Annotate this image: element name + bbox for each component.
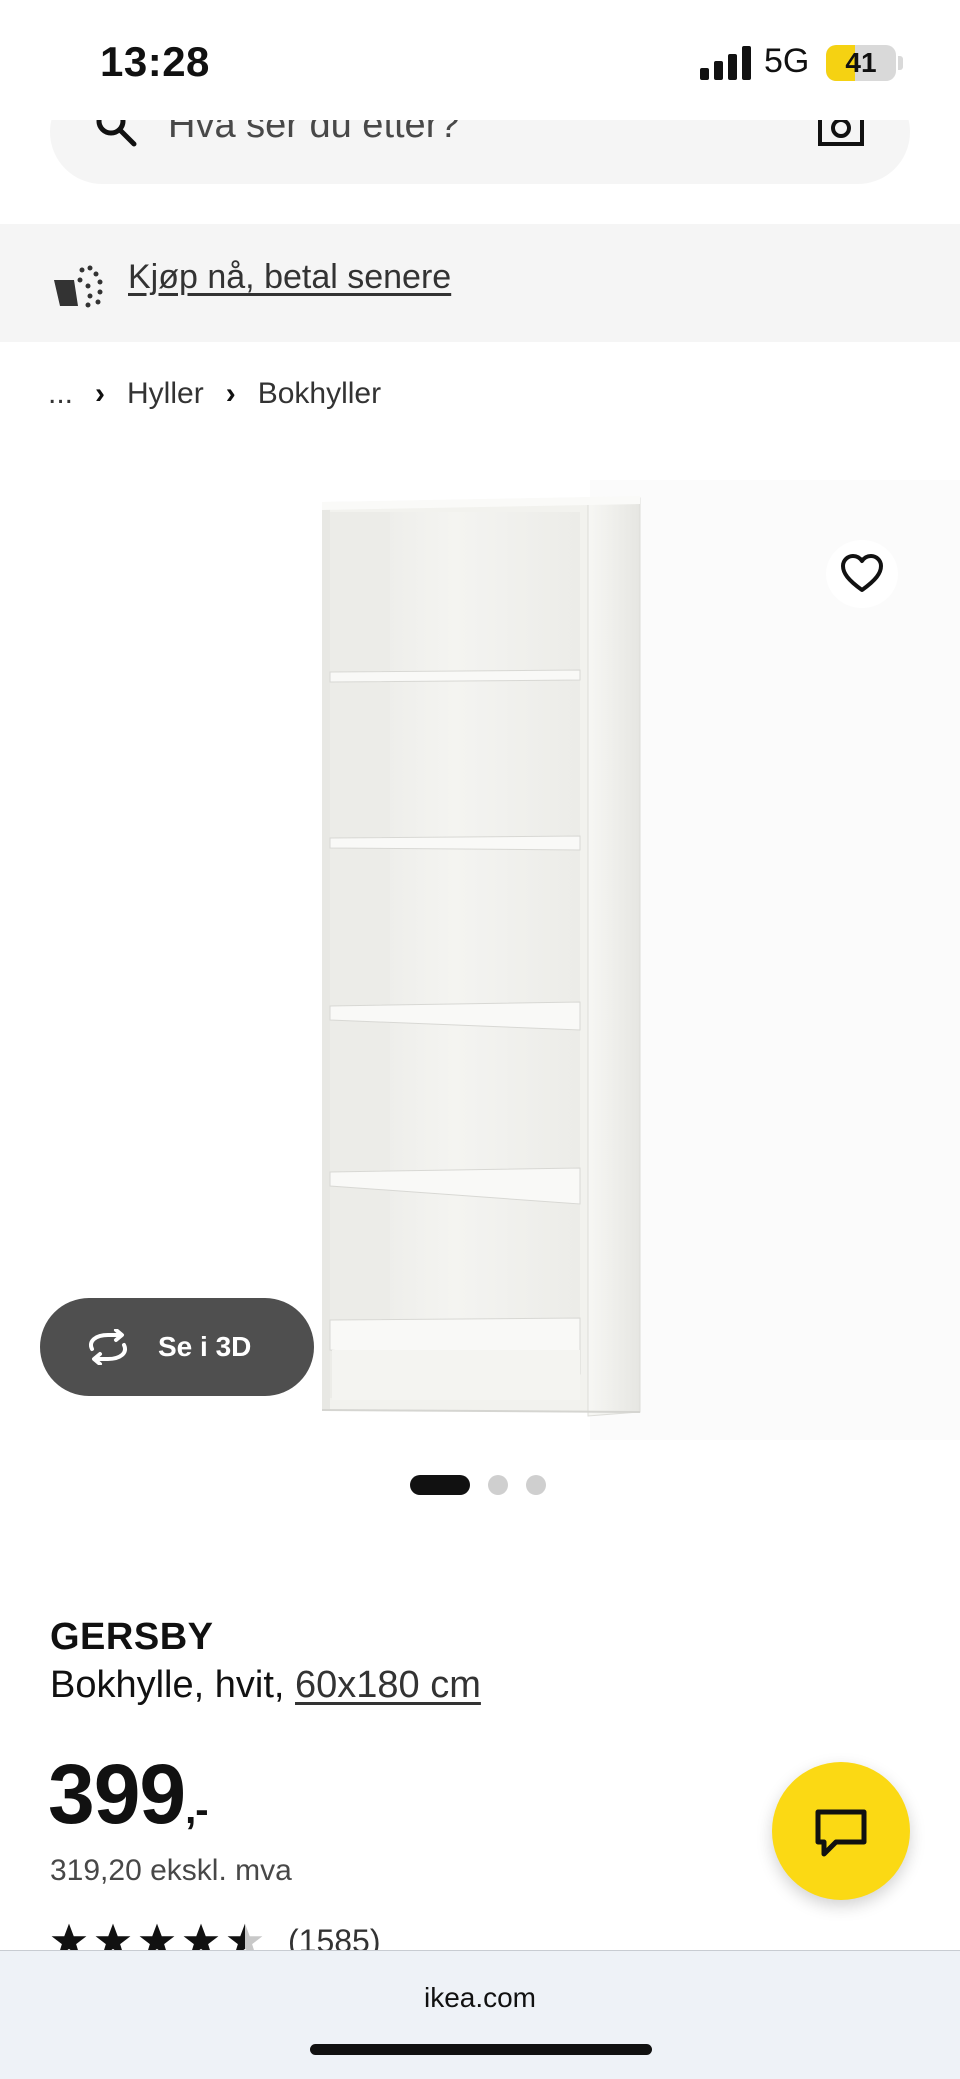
product-description: Bokhylle, hvit, 60x180 cm xyxy=(50,1664,481,1707)
chevron-right-icon: › xyxy=(225,377,236,410)
buy-now-pay-later-link[interactable]: Kjøp nå, betal senere xyxy=(128,258,451,297)
battery-icon: 41 xyxy=(826,45,896,81)
breadcrumb-item-bokhyller[interactable]: Bokhyller xyxy=(258,377,381,411)
chat-icon xyxy=(815,1809,867,1857)
breadcrumb-ellipsis[interactable]: ... xyxy=(48,377,73,411)
breadcrumb: ... › Hyller › Bokhyller xyxy=(48,374,381,414)
product-size-link[interactable]: 60x180 cm xyxy=(295,1664,481,1706)
address-bar[interactable]: ikea.com xyxy=(0,1982,960,2014)
chevron-right-icon: › xyxy=(95,377,106,410)
product-price: 399,- xyxy=(48,1746,209,1843)
breadcrumb-item-hyller[interactable]: Hyller xyxy=(127,377,204,411)
view-3d-button[interactable]: Se i 3D xyxy=(40,1298,314,1396)
battery-tip xyxy=(898,56,903,70)
price-suffix: ,- xyxy=(185,1788,208,1832)
carousel-indicator xyxy=(410,1474,546,1496)
product-image[interactable] xyxy=(0,460,960,1440)
price-value: 399 xyxy=(48,1747,186,1841)
signal-icon xyxy=(700,46,751,80)
carousel-dot[interactable] xyxy=(488,1475,508,1495)
battery-percent: 41 xyxy=(845,47,877,78)
carousel-dot[interactable] xyxy=(526,1475,546,1495)
heart-icon xyxy=(841,554,883,592)
carousel-dot-active[interactable] xyxy=(410,1475,470,1495)
home-indicator[interactable] xyxy=(310,2044,652,2055)
basket-icon xyxy=(54,265,103,308)
wishlist-button[interactable] xyxy=(826,540,898,608)
browser-toolbar xyxy=(0,1950,960,2079)
status-time: 13:28 xyxy=(100,38,210,85)
product-name: GERSBY xyxy=(50,1616,214,1658)
product-type: Bokhylle, hvit, xyxy=(50,1664,285,1706)
price-excl-vat: 319,20 ekskl. mva xyxy=(50,1854,292,1887)
rotate-icon xyxy=(89,1329,127,1365)
network-type: 5G xyxy=(764,42,810,80)
view-3d-label: Se i 3D xyxy=(158,1331,252,1362)
chat-button[interactable] xyxy=(772,1762,910,1900)
